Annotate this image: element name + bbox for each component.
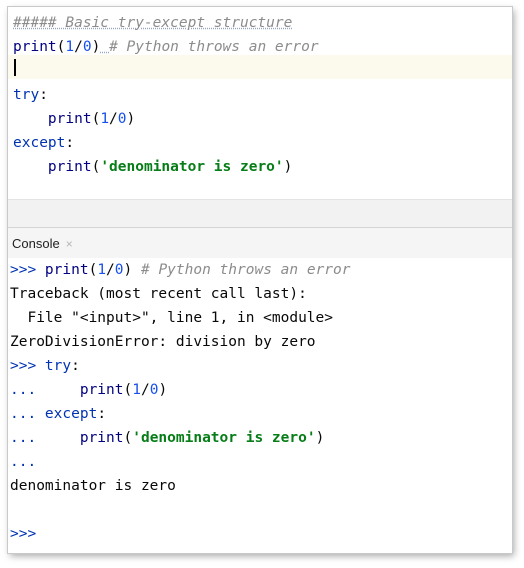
colon: : <box>71 358 80 374</box>
editor-line-7[interactable]: print('denominator is zero') <box>13 155 292 179</box>
console-input-line[interactable]: >>> <box>10 522 36 546</box>
paren: ( <box>123 382 133 398</box>
text-caret <box>14 59 16 76</box>
traceback-line: Traceback (most recent call last): <box>10 286 307 302</box>
console-line: >>> try: <box>10 354 80 378</box>
function-name: print <box>79 430 124 446</box>
function-name: print <box>44 262 89 278</box>
prompt: ... <box>10 406 45 422</box>
paren: ) <box>123 262 133 278</box>
prompt: >>> <box>10 526 37 542</box>
paren: ) <box>126 111 136 127</box>
ide-window: ##### Basic try-except structure print(1… <box>8 7 512 553</box>
prompt: >>> <box>10 358 45 374</box>
editor-line-6[interactable]: except: <box>13 131 74 155</box>
tab-console[interactable]: Console × <box>12 234 73 254</box>
console-line: ... print(1/0) <box>10 378 167 402</box>
console-output[interactable]: >>> print(1/0) # Python throws an error … <box>8 258 512 553</box>
keyword: try <box>44 358 72 374</box>
editor-line-1[interactable]: ##### Basic try-except structure <box>13 11 292 35</box>
string-literal: 'denominator is zero' <box>132 430 316 446</box>
prompt: ... <box>10 430 80 446</box>
paren: ( <box>123 430 133 446</box>
console-line: ... <box>10 450 36 474</box>
operator: / <box>109 111 118 127</box>
paren: ( <box>91 159 101 175</box>
editor-line-4[interactable]: try: <box>13 83 48 107</box>
comment: # Python throws an error <box>109 39 319 55</box>
number: 1 <box>100 111 110 127</box>
operator: / <box>140 382 150 398</box>
colon: : <box>39 87 48 103</box>
colon: : <box>97 406 107 422</box>
console-line: >>> print(1/0) # Python throws an error <box>10 258 351 282</box>
keyword: except <box>13 135 66 151</box>
prompt: >>> <box>10 262 45 278</box>
operator: / <box>74 39 83 55</box>
editor-line-5[interactable]: print(1/0) <box>13 107 135 131</box>
function-name: print <box>47 111 92 127</box>
comment: # Python throws an error <box>140 262 351 278</box>
operator: / <box>106 262 115 278</box>
comment: ##### Basic try-except structure <box>13 15 293 31</box>
paren: ) <box>283 159 293 175</box>
tool-window-tabbar: Console × <box>8 227 512 259</box>
prompt: ... <box>10 382 80 398</box>
keyword: except <box>44 406 98 422</box>
paren: ( <box>88 262 98 278</box>
prompt: ... <box>10 454 37 470</box>
string-literal: 'denominator is zero' <box>100 159 284 175</box>
console-line: ... except: <box>10 402 106 426</box>
traceback-line: File "<input>", line 1, in <module> <box>10 310 334 326</box>
number: 0 <box>82 39 92 55</box>
code-editor[interactable]: ##### Basic try-except structure print(1… <box>8 7 512 199</box>
program-output: denominator is zero <box>10 478 176 494</box>
editor-gutter-area <box>8 199 512 227</box>
number: 1 <box>65 39 75 55</box>
function-name: print <box>13 39 57 55</box>
editor-line-2[interactable]: print(1/0) # Python throws an error <box>13 35 319 59</box>
function-name: print <box>79 382 124 398</box>
function-name: print <box>47 159 92 175</box>
number: 1 <box>132 382 141 398</box>
tab-label: Console <box>12 236 60 251</box>
console-line: ... print('denominator is zero') <box>10 426 324 450</box>
close-icon[interactable]: × <box>66 234 73 254</box>
keyword: try <box>13 87 40 103</box>
paren: ( <box>91 111 101 127</box>
number: 0 <box>117 111 127 127</box>
number: 1 <box>97 262 107 278</box>
paren: ) <box>158 382 168 398</box>
paren: ) <box>315 430 325 446</box>
colon: : <box>65 135 75 151</box>
number: 0 <box>114 262 124 278</box>
error-message: ZeroDivisionError: division by zero <box>10 334 316 350</box>
